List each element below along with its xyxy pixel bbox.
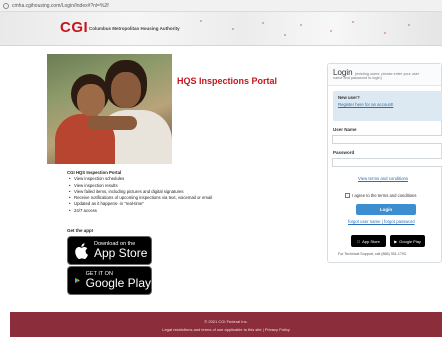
- google-play-badge[interactable]: GET IT ON Google Play: [67, 266, 152, 295]
- footer-legal-links[interactable]: Legal restrictions and terms of use appl…: [10, 326, 442, 334]
- portal-title: HQS Inspections Portal: [177, 76, 278, 86]
- decor-dot: [284, 34, 286, 36]
- decor-dot: [384, 32, 386, 34]
- login-button[interactable]: Login: [356, 204, 416, 215]
- google-play-icon: [75, 277, 80, 284]
- google-play-icon: ▶: [394, 238, 398, 244]
- photo-shape: [87, 116, 137, 130]
- decor-dot: [300, 24, 302, 26]
- mini-app-store-badge[interactable]:  App Store: [351, 235, 386, 247]
- register-link[interactable]: Register here for an account!: [338, 102, 437, 107]
- agree-row: I agree to the terms and conditions: [345, 193, 416, 198]
- decor-dot: [232, 28, 234, 30]
- decor-dot: [200, 20, 202, 22]
- header-banner: CGI Columbus Metropolitan Housing Author…: [0, 12, 442, 46]
- address-bar[interactable]: cmha.cgihousing.com/Login/Index#?nl=%2f: [0, 0, 442, 12]
- features-section: CGI HQS Inspection Portal View inspectio…: [67, 170, 212, 214]
- new-user-box: New user? Register here for an account!: [333, 91, 442, 121]
- forgot-links: forgot user name | forgot password: [348, 219, 415, 224]
- agree-checkbox[interactable]: [345, 193, 350, 198]
- new-user-title: New user?: [338, 95, 360, 100]
- footer: © 2021 CGI Federal Inc. Legal restrictio…: [10, 312, 442, 337]
- username-label: User Name: [333, 127, 357, 132]
- cgi-logo[interactable]: CGI: [60, 19, 88, 36]
- login-header: Login (existing users: please enter your…: [328, 64, 441, 86]
- footer-copyright: © 2021 CGI Federal Inc.: [204, 319, 248, 324]
- mini-app-store-label: App Store: [360, 238, 380, 244]
- apple-icon: : [357, 239, 360, 244]
- apple-icon: [75, 242, 88, 259]
- decor-dot: [262, 22, 264, 24]
- login-panel: Login (existing users: please enter your…: [327, 63, 442, 263]
- decor-dot: [330, 30, 332, 32]
- link-separator: |: [381, 219, 383, 224]
- terms-link[interactable]: View terms and conditions: [358, 176, 408, 181]
- username-input[interactable]: [332, 135, 442, 144]
- app-store-text: Download on the App Store: [94, 241, 147, 260]
- lock-icon: [3, 2, 9, 9]
- app-store-badge[interactable]: Download on the App Store: [67, 236, 152, 265]
- google-play-text: GET IT ON Google Play: [86, 271, 151, 290]
- password-label: Password: [333, 150, 355, 155]
- org-name: Columbus Metropolitan Housing Authority: [89, 26, 180, 31]
- address-url[interactable]: cmha.cgihousing.com/Login/Index#?nl=%2f: [12, 3, 109, 9]
- google-play-big: Google Play: [85, 276, 151, 290]
- forgot-password-link[interactable]: forgot password: [384, 219, 415, 224]
- mini-google-play-label: Google Play: [399, 238, 421, 244]
- mini-google-play-badge[interactable]: ▶ Google Play: [390, 235, 425, 247]
- forgot-username-link[interactable]: forgot user name: [348, 219, 380, 224]
- agree-label: I agree to the terms and conditions: [352, 193, 417, 198]
- features-list: View inspection schedules View inspectio…: [67, 176, 212, 214]
- photo-shape: [77, 84, 105, 116]
- photo-shape: [111, 72, 141, 108]
- feature-item: 24/7 access: [69, 208, 212, 215]
- support-text: For Technical Support, call (866) 351-17…: [338, 252, 407, 256]
- decor-dot: [352, 21, 354, 23]
- decor-dot: [408, 24, 410, 26]
- app-store-big: App Store: [94, 246, 148, 260]
- password-input[interactable]: [332, 158, 442, 167]
- hero-photo: [47, 54, 172, 164]
- get-app-label: Get the app!: [67, 228, 94, 233]
